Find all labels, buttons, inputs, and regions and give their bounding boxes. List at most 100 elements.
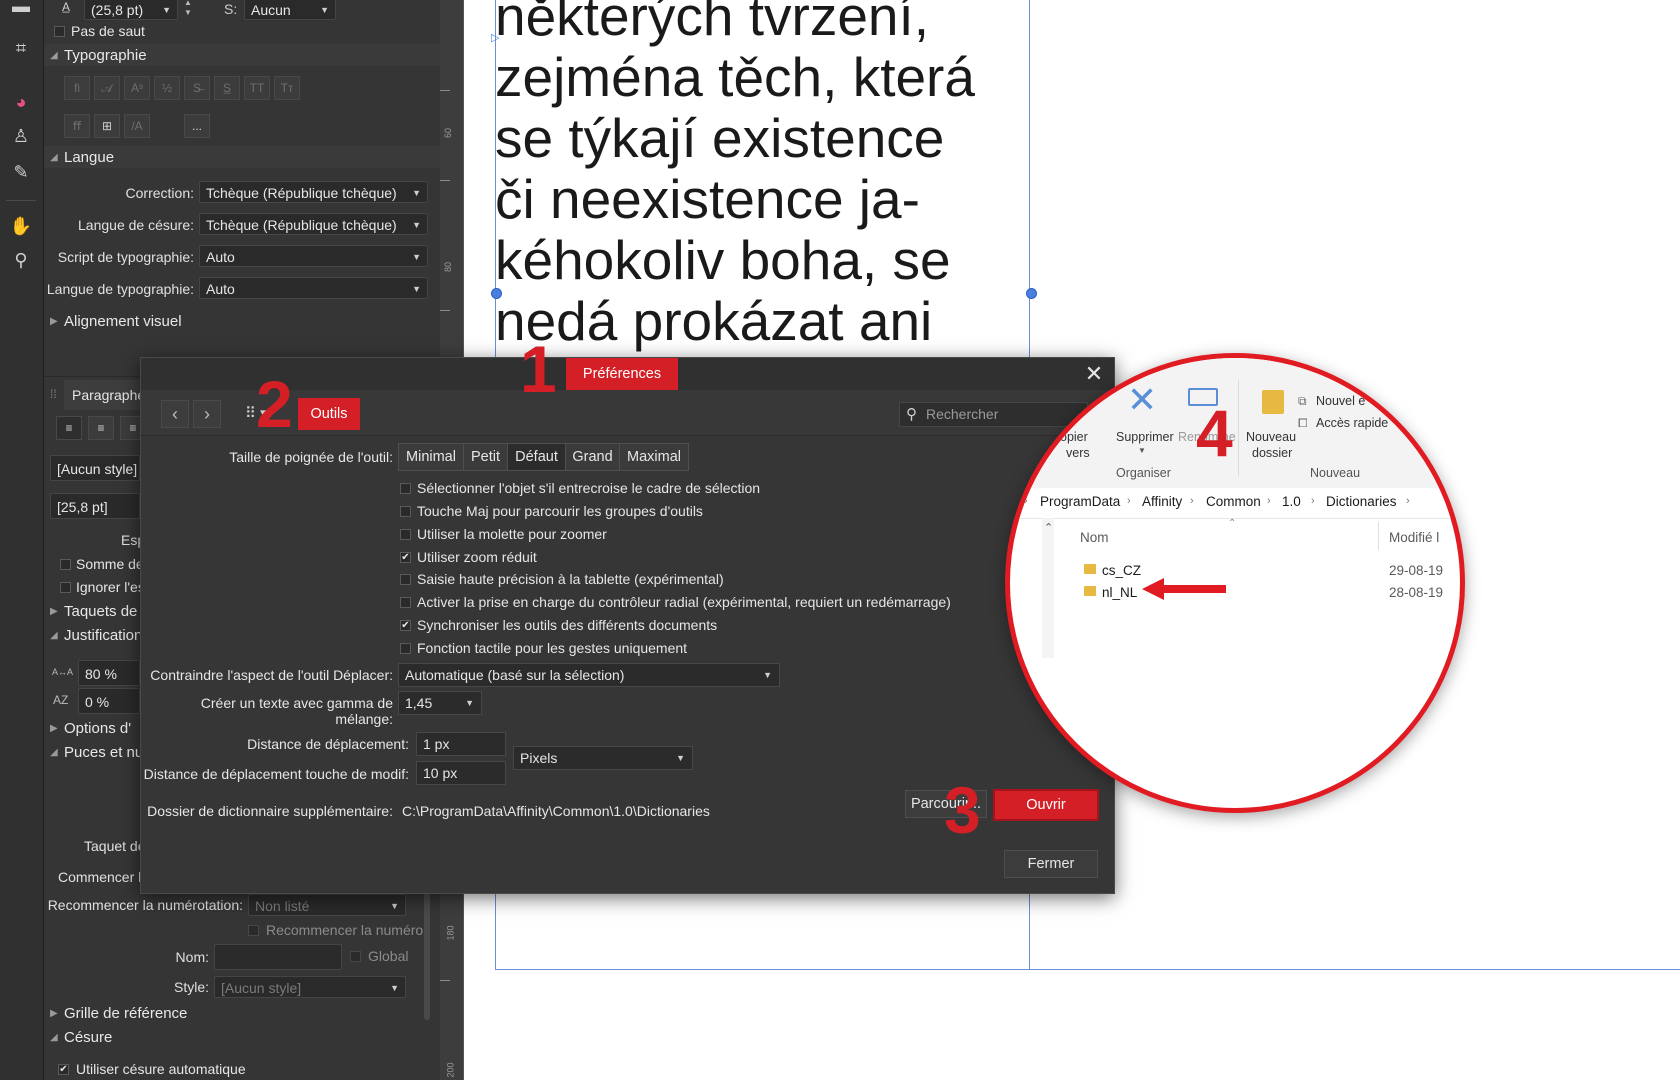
distance-modif-field[interactable]: 10 px — [416, 761, 506, 785]
style-dropdown[interactable]: [Aucun style] ▼ — [214, 976, 406, 998]
file-name[interactable]: cs_CZ — [1102, 563, 1141, 578]
cesure-language-dropdown[interactable]: Tchèque (République tchèque) ▼ — [199, 213, 428, 235]
correction-dropdown[interactable]: Tchèque (République tchèque) ▼ — [199, 181, 428, 203]
leading-stepper[interactable]: ▲ ▼ — [184, 0, 196, 20]
recommencer-num-dropdown[interactable]: Non listé ▼ — [248, 894, 406, 916]
tab-paragraphe[interactable]: Paragraphe — [64, 380, 145, 410]
new-item-label[interactable]: Nouvel é — [1316, 394, 1365, 408]
delete-icon[interactable]: ✕ — [1127, 382, 1157, 418]
align-center-icon[interactable]: ≡ — [88, 416, 114, 440]
breadcrumb-item[interactable]: 1.0 — [1282, 494, 1301, 509]
fraction-icon[interactable]: ½ — [154, 76, 180, 100]
option-label: Sélectionner l'objet s'il entrecroise le… — [417, 480, 761, 496]
distance-field[interactable]: 1 px — [416, 732, 506, 756]
caps-icon[interactable]: TT — [244, 76, 270, 100]
breadcrumb-item[interactable]: ProgramData — [1040, 494, 1120, 509]
leading-dropdown[interactable]: (25,8 pt) ▼ — [84, 0, 178, 20]
hand-icon[interactable]: ✋ — [9, 214, 33, 238]
option-checkbox[interactable] — [400, 552, 411, 563]
unit-dropdown[interactable]: Pixels ▼ — [513, 746, 693, 770]
selection-handle[interactable] — [1026, 288, 1037, 299]
scroll-up-icon[interactable]: ⌃ — [1044, 521, 1053, 534]
quick-access-label[interactable]: Accès rapide — [1316, 416, 1388, 430]
breadcrumb-item[interactable]: Dictionaries — [1326, 494, 1397, 509]
s-dropdown[interactable]: Aucun ▼ — [244, 0, 336, 20]
align-left-icon[interactable]: ≡ — [56, 416, 82, 440]
langue-typo-dropdown[interactable]: Auto ▼ — [199, 277, 428, 299]
option-checkbox[interactable] — [400, 643, 411, 654]
forward-button[interactable]: › — [193, 400, 221, 428]
breadcrumb-item[interactable]: Common — [1206, 494, 1261, 509]
italic-alt-icon[interactable]: /A — [124, 114, 150, 138]
option-checkbox[interactable] — [400, 574, 411, 585]
underline-icon[interactable]: S̲ — [214, 76, 240, 100]
recommencer-checkbox[interactable] — [248, 925, 259, 936]
paragraph-size-field[interactable]: [25,8 pt] — [50, 493, 140, 519]
section-cesure[interactable]: ◢ Césure — [44, 1026, 440, 1048]
pas-de-saut-checkbox[interactable] — [54, 26, 65, 37]
script-dropdown[interactable]: Auto ▼ — [199, 245, 428, 267]
folder-icon — [1084, 586, 1096, 596]
handle-size-petit[interactable]: Petit — [463, 443, 508, 471]
letter-spacing-field[interactable]: 0 % — [78, 688, 140, 714]
utiliser-cesure-checkbox[interactable] — [58, 1064, 69, 1075]
glyph-icon[interactable]: ⊞ — [94, 114, 120, 138]
nav-scrollbar[interactable] — [1042, 518, 1054, 658]
somme-checkbox[interactable] — [60, 559, 71, 570]
close-button[interactable]: Fermer — [1004, 850, 1098, 878]
panel-scrollbar[interactable] — [424, 880, 430, 1020]
delete-label[interactable]: Supprimer — [1116, 430, 1174, 444]
category-outils[interactable]: Outils — [298, 398, 360, 430]
copy-to-label[interactable]: opier — [1060, 430, 1088, 444]
brush-icon[interactable]: ♙ — [9, 124, 33, 148]
handle-size-minimal[interactable]: Minimal — [398, 443, 464, 471]
grip-icon[interactable]: ⁞⁞ — [50, 387, 57, 401]
contraindre-dropdown[interactable]: Automatique (basé sur la sélection) ▼ — [398, 663, 780, 687]
paragraph-style-dropdown[interactable]: [Aucun style] — [50, 455, 140, 481]
section-typographie-label: Typographie — [64, 46, 147, 64]
nom-field[interactable] — [214, 944, 342, 970]
more-button[interactable]: ... — [184, 114, 210, 138]
section-alignement-visuel[interactable]: ▶ Alignement visuel — [44, 310, 440, 332]
ligature-icon[interactable]: ﬁ — [64, 76, 90, 100]
style-select-value: [Aucun style] — [221, 980, 302, 996]
handle-size-maximal[interactable]: Maximal — [619, 443, 689, 471]
chevron-down-icon[interactable]: ▼ — [1138, 446, 1146, 455]
gamma-dropdown[interactable]: 1,45 ▼ — [398, 691, 482, 715]
handle-size-grand[interactable]: Grand — [565, 443, 620, 471]
eyedropper-icon[interactable]: ✎ — [9, 160, 33, 184]
column-header-modifie[interactable]: Modifié l — [1389, 530, 1439, 545]
superscript-icon[interactable]: Aˢ — [124, 76, 150, 100]
breadcrumb-item[interactable]: Affinity — [1142, 494, 1182, 509]
zoom-icon[interactable]: ⚲ — [9, 248, 33, 272]
utiliser-cesure-label: Utiliser césure automatique — [76, 1061, 246, 1077]
new-folder-label[interactable]: Nouveau — [1246, 430, 1296, 444]
option-checkbox[interactable] — [400, 483, 411, 494]
menu-icon[interactable]: ▬ — [9, 0, 33, 18]
option-checkbox[interactable] — [400, 506, 411, 517]
section-langue[interactable]: ◢ Langue — [44, 146, 440, 168]
handle-size-defaut[interactable]: Défaut — [507, 443, 566, 471]
ignorer-checkbox[interactable] — [60, 582, 71, 593]
selection-handle[interactable] — [491, 288, 502, 299]
option-checkbox[interactable] — [400, 597, 411, 608]
option-checkbox[interactable] — [400, 529, 411, 540]
address-bar[interactable]: › ProgramData › Affinity › Common › 1.0 … — [1010, 488, 1460, 519]
word-spacing-field[interactable]: 80 % — [78, 660, 140, 686]
file-name[interactable]: nl_NL — [1102, 585, 1137, 600]
back-button[interactable]: ‹ — [161, 400, 189, 428]
ordinal-icon[interactable]: ﬀ — [64, 114, 90, 138]
section-grille[interactable]: ▶ Grille de référence — [44, 1002, 440, 1024]
global-checkbox[interactable] — [350, 951, 361, 962]
smallcaps-icon[interactable]: Tт — [274, 76, 300, 100]
swash-icon[interactable]: 𝒜 — [94, 76, 120, 100]
option-checkbox[interactable] — [400, 620, 411, 631]
section-typographie[interactable]: ◢ Typographie — [44, 44, 440, 66]
column-header-nom[interactable]: Nom — [1080, 530, 1109, 545]
new-folder-icon[interactable] — [1262, 390, 1284, 414]
crop-icon[interactable]: ⌗ — [9, 36, 33, 60]
open-button[interactable]: Ouvrir — [993, 789, 1099, 821]
color-picker-icon[interactable]: ◕ — [9, 90, 33, 114]
document-text[interactable]: některých tvrzení, zejména těch, která s… — [495, 0, 1055, 352]
strike-icon[interactable]: S̶ — [184, 76, 210, 100]
